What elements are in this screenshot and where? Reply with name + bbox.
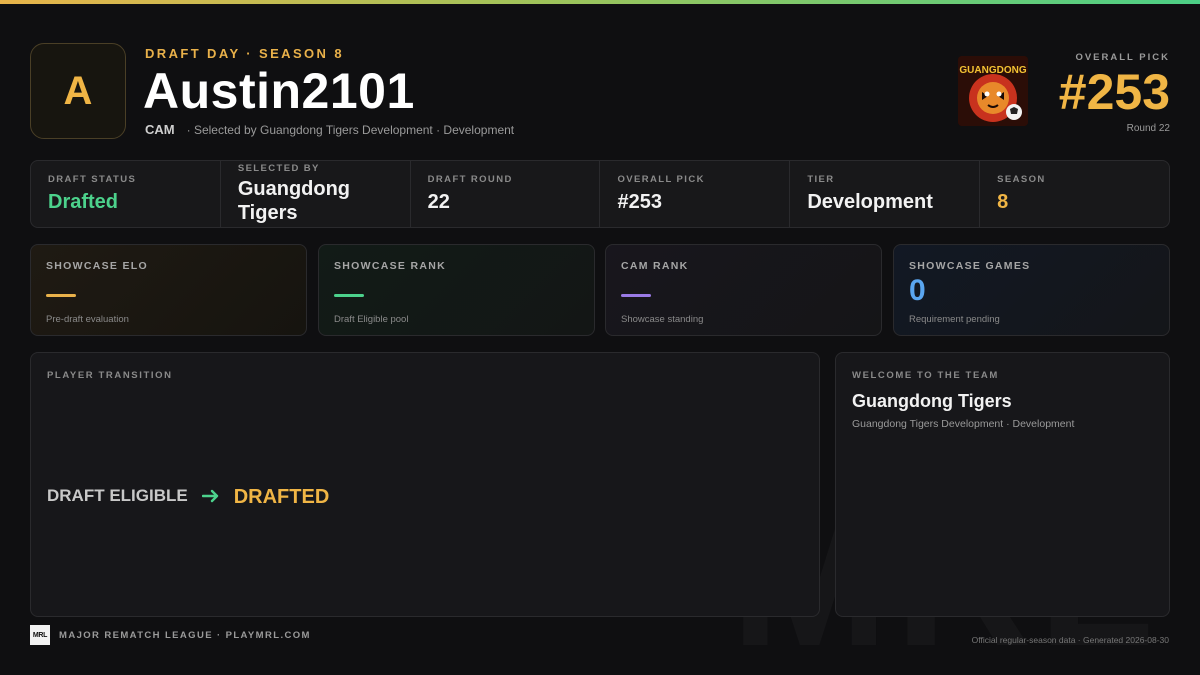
arrow-right-icon (201, 489, 220, 503)
player-position: CAM (145, 122, 175, 137)
card-showcase-elo: SHOWCASE ELO Pre-draft evaluation (30, 244, 307, 336)
draft-stats-row: DRAFT STATUS Drafted SELECTED BY Guangdo… (30, 160, 1170, 228)
card-empty-dash (334, 294, 364, 297)
card-empty-dash (621, 294, 651, 297)
stat-value: 22 (427, 191, 450, 213)
transition-to: DRAFTED (233, 486, 330, 508)
footer-league: MAJOR REMATCH LEAGUE · PLAYMRL.COM (59, 629, 311, 641)
card-note: Requirement pending (909, 314, 1000, 325)
card-empty-dash (46, 294, 76, 297)
stat-season: SEASON 8 (980, 161, 1169, 227)
card-label: CAM RANK (621, 260, 689, 272)
team-logo: GUANGDONG (958, 56, 1028, 126)
pick-round: Round 22 (1126, 123, 1170, 134)
player-transition-panel: PLAYER TRANSITION DRAFT ELIGIBLE DRAFTED (30, 352, 820, 617)
selection-text: · Selected by Guangdong Tigers Developme… (186, 122, 515, 137)
team-logo-text: GUANGDONG (959, 65, 1026, 76)
stat-value: Development (807, 191, 933, 213)
panel-label: PLAYER TRANSITION (47, 370, 173, 381)
stat-overall-pick: OVERALL PICK #253 (600, 161, 791, 227)
player-name: Austin2101 (143, 63, 415, 119)
card-cam-rank: CAM RANK Showcase standing (605, 244, 882, 336)
mrl-logo-icon: MRL (30, 625, 50, 645)
welcome-panel: WELCOME TO THE TEAM Guangdong Tigers Gua… (835, 352, 1170, 617)
footer-brand: MRL MAJOR REMATCH LEAGUE · PLAYMRL.COM (30, 625, 311, 645)
stat-value: 8 (997, 191, 1009, 213)
avatar-letter: A (63, 68, 93, 113)
stat-draft-round: DRAFT ROUND 22 (411, 161, 601, 227)
stat-value: Drafted (48, 191, 119, 213)
panel-label: WELCOME TO THE TEAM (852, 370, 999, 381)
transition-from: DRAFT ELIGIBLE (47, 486, 188, 505)
overall-pick-label: OVERALL PICK (1075, 52, 1170, 63)
stat-label: SEASON (997, 174, 1046, 185)
card-note: Pre-draft evaluation (46, 314, 129, 325)
player-subline: CAM · Selected by Guangdong Tigers Devel… (145, 122, 514, 137)
overall-pick-number: #253 (1058, 64, 1170, 120)
welcome-team-name: Guangdong Tigers (852, 391, 1012, 411)
stat-label: OVERALL PICK (617, 174, 705, 185)
card-showcase-rank: SHOWCASE RANK Draft Eligible pool (318, 244, 595, 336)
card-note: Draft Eligible pool (334, 314, 409, 325)
stat-tier: TIER Development (790, 161, 981, 227)
welcome-team-sub: Guangdong Tigers Development · Developme… (852, 418, 1075, 430)
card-label: SHOWCASE RANK (334, 260, 446, 272)
tiger-logo-icon: GUANGDONG (958, 56, 1028, 126)
stat-selected-by: SELECTED BY Guangdong Tigers (221, 161, 411, 227)
transition-row: DRAFT ELIGIBLE DRAFTED (47, 483, 329, 509)
card-showcase-games: SHOWCASE GAMES 0 Requirement pending (893, 244, 1170, 336)
stat-label: SELECTED BY (237, 163, 320, 174)
stat-label: TIER (807, 174, 835, 185)
card-label: SHOWCASE ELO (46, 260, 148, 272)
footer-generated: Official regular-season data · Generated… (971, 635, 1169, 645)
stat-value: Guangdong Tigers (237, 178, 351, 224)
card-note: Showcase standing (621, 314, 704, 325)
card-label: SHOWCASE GAMES (909, 260, 1031, 272)
overall-pick-block: OVERALL PICK #253 Round 22 (1059, 52, 1170, 134)
stat-label: DRAFT ROUND (427, 174, 513, 185)
stat-draft-status: DRAFT STATUS Drafted (31, 161, 221, 227)
stat-value: #253 (617, 191, 662, 213)
stat-label: DRAFT STATUS (48, 174, 137, 185)
player-avatar: A (30, 43, 126, 139)
draft-day-kicker: DRAFT DAY · SEASON 8 (145, 46, 344, 61)
top-accent-bar (0, 0, 1200, 4)
card-value: 0 (909, 274, 926, 307)
